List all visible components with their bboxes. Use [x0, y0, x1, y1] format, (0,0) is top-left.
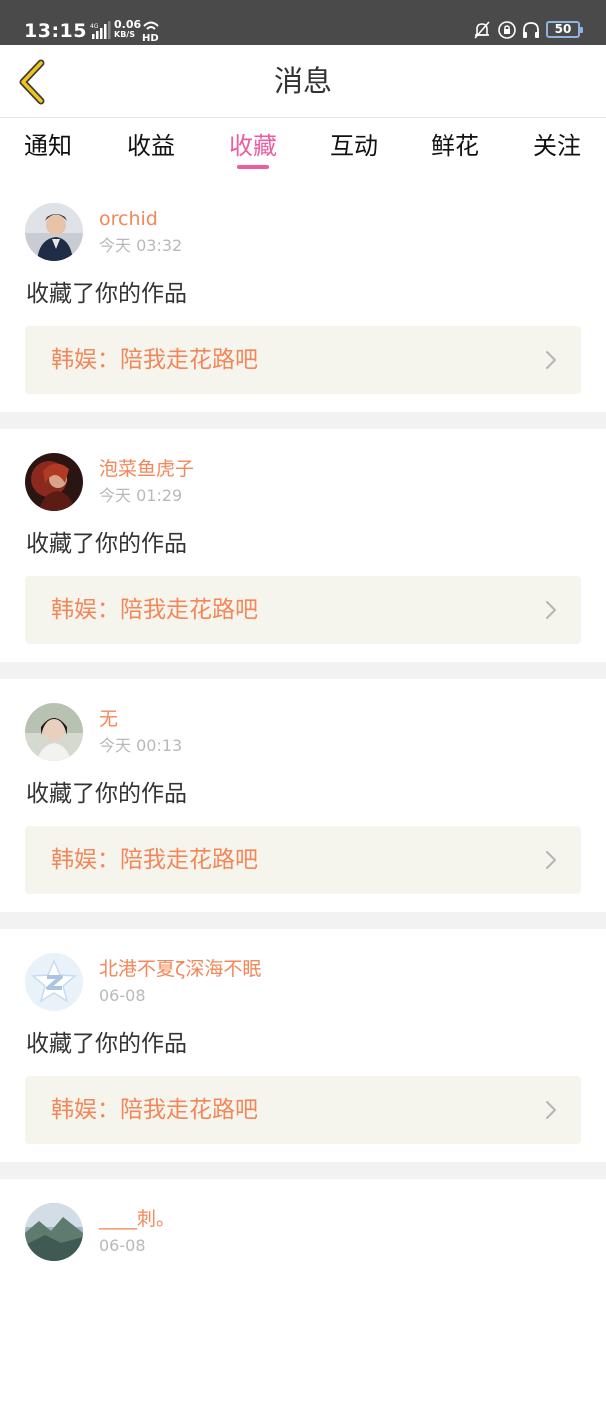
tab-label: 收益	[127, 132, 175, 160]
work-title: 韩娱：陪我走花路吧	[51, 347, 258, 373]
timestamp: 06-08	[99, 986, 146, 1005]
work-link[interactable]: 韩娱：陪我走花路吧	[25, 326, 581, 394]
nav-bar: 消息	[0, 45, 606, 118]
chevron-right-icon	[546, 1101, 556, 1119]
work-link[interactable]: 韩娱：陪我走花路吧	[25, 1076, 581, 1144]
work-link[interactable]: 韩娱：陪我走花路吧	[25, 576, 581, 644]
divider	[0, 1162, 606, 1179]
divider	[0, 412, 606, 429]
lock-rotation-icon	[498, 21, 516, 39]
username[interactable]: 无	[99, 707, 118, 731]
work-title: 韩娱：陪我走花路吧	[51, 1097, 258, 1123]
chevron-right-icon	[546, 351, 556, 369]
tab-bar: 通知 收益 收藏 互动 鲜花 关注	[0, 119, 606, 179]
username[interactable]: 泡菜鱼虎子	[99, 457, 194, 481]
work-link[interactable]: 韩娱：陪我走花路吧	[25, 826, 581, 894]
headphones-icon	[523, 22, 539, 38]
message-card: ____刺。 06-08	[0, 1179, 606, 1412]
message-card: 北港不夏ζ深海不眠 06-08 收藏了你的作品 韩娱：陪我走花路吧	[0, 929, 606, 1162]
tab-label: 互动	[330, 132, 378, 160]
avatar[interactable]	[25, 703, 83, 761]
divider	[0, 662, 606, 679]
message-card: orchid 今天 03:32 收藏了你的作品 韩娱：陪我走花路吧	[0, 179, 606, 412]
tab-interactions[interactable]: 互动	[330, 129, 378, 169]
active-tab-indicator	[237, 165, 269, 169]
mute-bell-icon	[474, 21, 490, 39]
chevron-right-icon	[546, 851, 556, 869]
status-bar: 13:15 4G 0.06 KB/S HD 50	[0, 0, 606, 45]
speed-unit: KB/S	[114, 30, 135, 39]
network-type-label: 4G	[90, 23, 99, 30]
tab-following[interactable]: 关注	[533, 129, 581, 169]
tab-label: 通知	[24, 132, 72, 160]
status-time: 13:15	[24, 20, 87, 42]
battery-indicator: 50	[546, 21, 583, 38]
hd-label: HD	[142, 33, 159, 42]
action-text: 收藏了你的作品	[26, 281, 187, 307]
work-title: 韩娱：陪我走花路吧	[51, 597, 258, 623]
signal-icon: 4G	[90, 21, 111, 39]
avatar[interactable]	[25, 1203, 83, 1261]
tab-notifications[interactable]: 通知	[24, 129, 72, 169]
tab-favorites[interactable]: 收藏	[229, 129, 277, 169]
hd-voice-icon: HD	[142, 21, 159, 42]
work-title: 韩娱：陪我走花路吧	[51, 847, 258, 873]
timestamp: 今天 00:13	[99, 736, 183, 755]
username[interactable]: ____刺。	[99, 1207, 175, 1231]
message-list: orchid 今天 03:32 收藏了你的作品 韩娱：陪我走花路吧 泡菜鱼虎子 …	[0, 179, 606, 1412]
username[interactable]: orchid	[99, 207, 158, 231]
message-card: 无 今天 00:13 收藏了你的作品 韩娱：陪我走花路吧	[0, 679, 606, 912]
action-text: 收藏了你的作品	[26, 781, 187, 807]
tab-label: 关注	[533, 132, 581, 160]
message-card: 泡菜鱼虎子 今天 01:29 收藏了你的作品 韩娱：陪我走花路吧	[0, 429, 606, 662]
avatar[interactable]	[25, 953, 83, 1011]
page-title: 消息	[273, 64, 332, 98]
timestamp: 今天 01:29	[99, 486, 183, 505]
network-speed: 0.06 KB/S	[114, 19, 141, 40]
timestamp: 06-08	[99, 1236, 146, 1255]
divider	[0, 912, 606, 929]
username[interactable]: 北港不夏ζ深海不眠	[99, 957, 261, 981]
tab-earnings[interactable]: 收益	[127, 129, 175, 169]
speed-value: 0.06	[114, 18, 142, 31]
timestamp: 今天 03:32	[99, 236, 183, 255]
tab-label: 收藏	[229, 132, 277, 160]
chevron-right-icon	[546, 601, 556, 619]
avatar[interactable]	[25, 203, 83, 261]
tab-label: 鲜花	[431, 132, 479, 160]
avatar[interactable]	[25, 453, 83, 511]
action-text: 收藏了你的作品	[26, 1031, 187, 1057]
action-text: 收藏了你的作品	[26, 531, 187, 557]
tab-flowers[interactable]: 鲜花	[431, 129, 479, 169]
